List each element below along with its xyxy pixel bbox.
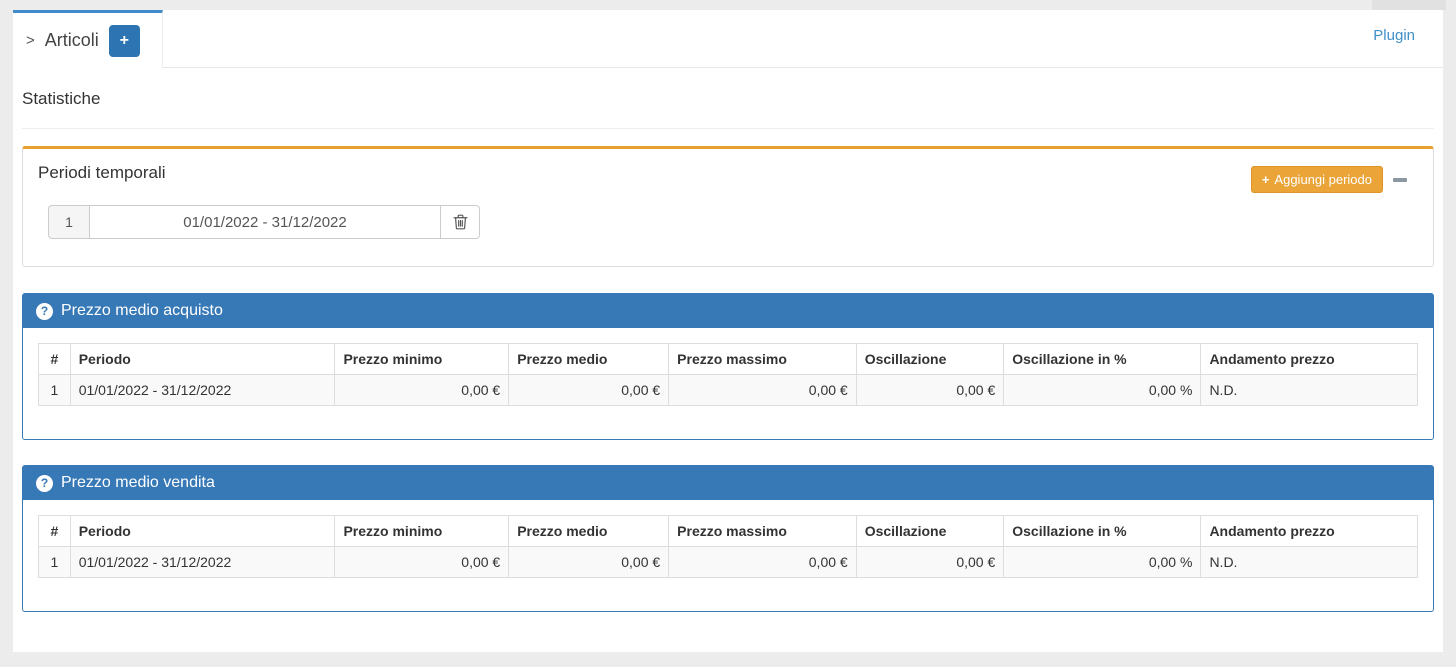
content-area: Statistiche Periodi temporali + Aggiungi… bbox=[13, 89, 1443, 612]
column-header: Andamento prezzo bbox=[1201, 344, 1418, 375]
plus-icon: + bbox=[1262, 172, 1270, 187]
column-header: Prezzo minimo bbox=[335, 344, 509, 375]
table-cell: 0,00 % bbox=[1004, 547, 1201, 578]
table-cell: 0,00 € bbox=[335, 375, 509, 406]
table-cell: 0,00 € bbox=[335, 547, 509, 578]
sale-price-panel-title: Prezzo medio vendita bbox=[61, 474, 215, 492]
column-header: Oscillazione in % bbox=[1004, 344, 1201, 375]
periods-panel: Periodi temporali + Aggiungi periodo 1 bbox=[22, 146, 1434, 267]
column-header: Oscillazione in % bbox=[1004, 516, 1201, 547]
minus-icon bbox=[1393, 178, 1407, 182]
question-circle-icon: ? bbox=[36, 475, 53, 492]
table-cell: 0,00 € bbox=[856, 375, 1004, 406]
purchase-price-panel-header: ? Prezzo medio acquisto bbox=[23, 294, 1433, 328]
main-card: > Articoli + Plugin Statistiche Periodi … bbox=[13, 10, 1443, 652]
column-header: # bbox=[39, 516, 71, 547]
table-row: 101/01/2022 - 31/12/20220,00 €0,00 €0,00… bbox=[39, 375, 1418, 406]
delete-period-button[interactable] bbox=[441, 205, 480, 239]
tab-bar: > Articoli + Plugin bbox=[13, 10, 1443, 68]
table-cell: 0,00 € bbox=[856, 547, 1004, 578]
sale-price-panel-body: #PeriodoPrezzo minimoPrezzo medioPrezzo … bbox=[23, 500, 1433, 611]
table-cell: 01/01/2022 - 31/12/2022 bbox=[70, 547, 335, 578]
question-circle-icon: ? bbox=[36, 303, 53, 320]
table-cell: N.D. bbox=[1201, 375, 1418, 406]
period-input-group: 1 bbox=[48, 205, 480, 239]
purchase-price-table: #PeriodoPrezzo minimoPrezzo medioPrezzo … bbox=[38, 343, 1418, 406]
table-row: 101/01/2022 - 31/12/20220,00 €0,00 €0,00… bbox=[39, 547, 1418, 578]
sale-price-panel: ? Prezzo medio vendita #PeriodoPrezzo mi… bbox=[22, 465, 1434, 612]
plugin-link[interactable]: Plugin bbox=[1373, 27, 1415, 67]
purchase-price-panel-body: #PeriodoPrezzo minimoPrezzo medioPrezzo … bbox=[23, 328, 1433, 439]
purchase-price-panel: ? Prezzo medio acquisto #PeriodoPrezzo m… bbox=[22, 293, 1434, 440]
table-cell: N.D. bbox=[1201, 547, 1418, 578]
table-cell: 0,00 € bbox=[669, 375, 857, 406]
column-header: Periodo bbox=[70, 516, 335, 547]
add-tab-button[interactable]: + bbox=[109, 25, 140, 57]
table-header-row: #PeriodoPrezzo minimoPrezzo medioPrezzo … bbox=[39, 344, 1418, 375]
tab-articoli-label: Articoli bbox=[45, 30, 99, 51]
table-header-row: #PeriodoPrezzo minimoPrezzo medioPrezzo … bbox=[39, 516, 1418, 547]
column-header: Prezzo medio bbox=[509, 344, 669, 375]
column-header: Andamento prezzo bbox=[1201, 516, 1418, 547]
table-cell: 0,00 € bbox=[509, 375, 669, 406]
table-cell: 0,00 € bbox=[509, 547, 669, 578]
column-header: Prezzo medio bbox=[509, 516, 669, 547]
column-header: Oscillazione bbox=[856, 516, 1004, 547]
column-header: # bbox=[39, 344, 71, 375]
add-period-button[interactable]: + Aggiungi periodo bbox=[1251, 166, 1383, 193]
column-header: Prezzo minimo bbox=[335, 516, 509, 547]
sale-price-panel-header: ? Prezzo medio vendita bbox=[23, 466, 1433, 500]
column-header: Oscillazione bbox=[856, 344, 1004, 375]
page-title: Statistiche bbox=[22, 89, 1434, 109]
trash-icon bbox=[453, 214, 468, 230]
collapse-panel-button[interactable] bbox=[1383, 170, 1417, 190]
partial-tab-fragment bbox=[1372, 0, 1446, 10]
sale-price-table: #PeriodoPrezzo minimoPrezzo medioPrezzo … bbox=[38, 515, 1418, 578]
divider bbox=[22, 128, 1434, 129]
table-cell: 01/01/2022 - 31/12/2022 bbox=[70, 375, 335, 406]
column-header: Periodo bbox=[70, 344, 335, 375]
add-period-button-label: Aggiungi periodo bbox=[1274, 172, 1372, 187]
periods-panel-title: Periodi temporali bbox=[38, 163, 166, 182]
chevron-right-icon: > bbox=[26, 32, 35, 49]
period-index-addon: 1 bbox=[48, 205, 89, 239]
tab-articoli[interactable]: > Articoli + bbox=[13, 10, 163, 68]
table-cell: 0,00 € bbox=[669, 547, 857, 578]
column-header: Prezzo massimo bbox=[669, 344, 857, 375]
column-header: Prezzo massimo bbox=[669, 516, 857, 547]
periods-panel-tools: + Aggiungi periodo bbox=[1251, 166, 1417, 193]
purchase-price-panel-title: Prezzo medio acquisto bbox=[61, 302, 223, 320]
table-cell: 0,00 % bbox=[1004, 375, 1201, 406]
table-cell: 1 bbox=[39, 375, 71, 406]
table-cell: 1 bbox=[39, 547, 71, 578]
plus-icon: + bbox=[120, 32, 129, 50]
period-range-input[interactable] bbox=[89, 205, 441, 239]
